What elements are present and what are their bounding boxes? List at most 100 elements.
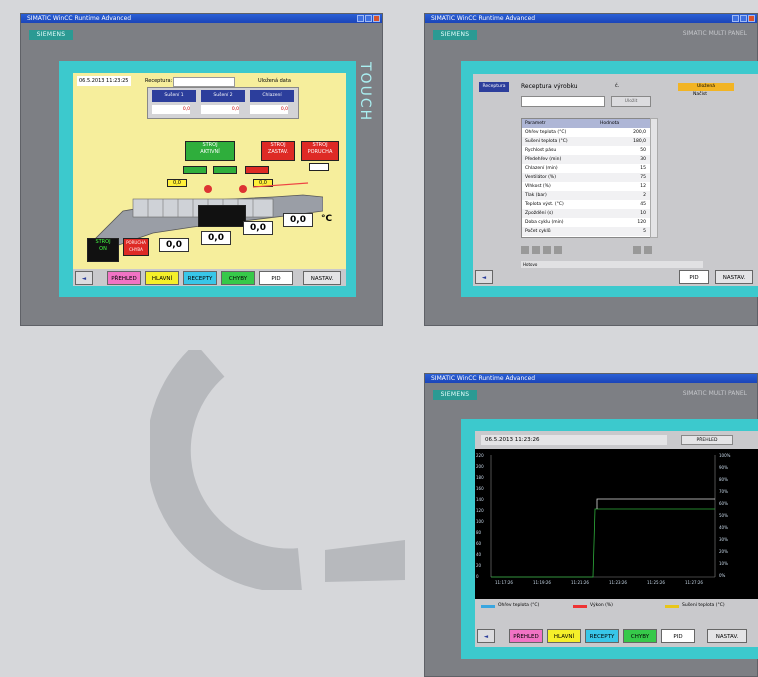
nav-pid[interactable]: PID — [259, 271, 293, 285]
machine-active-box[interactable]: STROJ AKTIVNÍ — [185, 141, 235, 161]
row-param: Předehřev (min) — [525, 157, 562, 162]
tab-cooling[interactable]: Chlazení — [250, 90, 294, 102]
machine-stopped-box[interactable]: STROJ ZASTAV. — [261, 141, 295, 161]
table-row[interactable]: Ventilátor (%) 75 — [522, 173, 650, 182]
hmi-panel-overview: SIMATIC WinCC Runtime Advanced SIEMENS T… — [20, 13, 383, 326]
scroll-track[interactable] — [650, 118, 658, 238]
nav-settings[interactable]: NASTAV. — [715, 270, 753, 284]
trend-datetime: 06.5.2013 11:23:26 — [481, 435, 667, 445]
save-icon[interactable] — [543, 246, 551, 254]
prev-icon[interactable] — [532, 246, 540, 254]
legend-label: Výkon (%) — [590, 603, 613, 608]
nav-overview[interactable]: PŘEHLED — [107, 271, 141, 285]
nav-main[interactable]: HLAVNÍ — [547, 629, 581, 643]
x-tick: 11:27:26 — [685, 580, 703, 585]
table-row[interactable]: Tlak (bar) 2 — [522, 191, 650, 200]
row-value: 15 — [640, 166, 646, 171]
page-prev-icon[interactable] — [633, 246, 641, 254]
status-text: Uložená data — [258, 78, 291, 84]
recipe-field[interactable] — [173, 77, 235, 87]
close-button[interactable] — [373, 15, 380, 22]
recipe-name-input[interactable] — [521, 96, 605, 107]
back-button[interactable]: ◄ — [477, 629, 495, 643]
recipe-no-label: č. — [615, 83, 620, 89]
table-row[interactable]: Chlazení (min) 15 — [522, 164, 650, 173]
maximize-button[interactable] — [365, 15, 372, 22]
x-tick: 11:19:26 — [533, 580, 551, 585]
tab-group: Sušení 1 Sušení 2 Chlazení 0,0 0,0 0,0 — [147, 87, 299, 119]
minimize-button[interactable] — [732, 15, 739, 22]
nav-pid[interactable]: PID — [679, 270, 709, 284]
tab-drying-2[interactable]: Sušení 2 — [201, 90, 245, 102]
table-row[interactable]: Sušení teplota (°C) 180,0 — [522, 137, 650, 146]
trend-chart: 220 200 180 160 140 120 100 80 60 40 20 0 100% 90% 80… — [475, 449, 758, 599]
header-value: Hodnota — [600, 121, 620, 126]
y-tick-left: 140 — [476, 497, 484, 502]
table-row[interactable]: Předehřev (min) 30 — [522, 155, 650, 164]
saved-badge[interactable]: Uložená — [678, 83, 734, 91]
nav-pid[interactable]: PID — [661, 629, 695, 643]
datetime: 06.5.2013 11:23:25 — [77, 76, 131, 86]
table-row[interactable]: Teplota výst. (°C) 45 — [522, 200, 650, 209]
trend-plot — [490, 455, 716, 578]
table-row[interactable]: Zpoždění (s) 10 — [522, 209, 650, 218]
y-tick-right: 10% — [719, 561, 728, 566]
tab-value-2: 0,0 — [201, 105, 239, 114]
y-tick-right: 100% — [719, 453, 731, 458]
trend-overview-button[interactable]: PŘEHLED — [681, 435, 733, 445]
nav-overview[interactable]: PŘEHLED — [509, 629, 543, 643]
trend-line-green — [491, 508, 715, 578]
window-titlebar: SIMATIC WinCC Runtime Advanced — [425, 374, 757, 383]
row-param: Zpoždění (s) — [525, 211, 554, 216]
table-row[interactable]: Rychlost pásu 50 — [522, 146, 650, 155]
nav-recipes[interactable]: RECEPTY — [585, 629, 619, 643]
x-tick: 11:25:26 — [647, 580, 665, 585]
machine-fault-box[interactable]: STROJ PORUCHA — [301, 141, 339, 161]
row-param: Sušení teplota (°C) — [525, 139, 568, 144]
recipe-no-input[interactable]: Uložit — [611, 96, 651, 107]
legend-swatch — [573, 605, 587, 608]
tab-drying-1[interactable]: Sušení 1 — [152, 90, 196, 102]
nav-bar: ◄ PŘEHLED HLAVNÍ RECEPTY CHYBY PID NASTA… — [475, 627, 758, 644]
minimize-button[interactable] — [357, 15, 364, 22]
y-tick-right: 50% — [719, 513, 728, 518]
table-row[interactable]: Počet cyklů 5 — [522, 227, 650, 236]
back-button[interactable]: ◄ — [475, 270, 493, 284]
nav-settings[interactable]: NASTAV. — [303, 271, 341, 285]
recipe-side-tab[interactable]: Receptura — [479, 82, 509, 92]
touch-label: TOUCH — [357, 62, 373, 123]
row-value: 30 — [640, 157, 646, 162]
siemens-logo: SIEMENS — [433, 30, 477, 40]
y-tick-right: 60% — [719, 501, 728, 506]
status-bar: Hotovo — [521, 261, 703, 268]
nav-errors[interactable]: CHYBY — [623, 629, 657, 643]
model-label: SIMATIC MULTI PANEL — [682, 30, 747, 37]
nav-recipes[interactable]: RECEPTY — [183, 271, 217, 285]
first-icon[interactable] — [521, 246, 529, 254]
y-tick-right: 30% — [719, 537, 728, 542]
nav-settings[interactable]: NASTAV. — [707, 629, 747, 643]
nav-errors[interactable]: CHYBY — [221, 271, 255, 285]
table-row[interactable]: Ohřev teplota (°C) 200,0 — [522, 128, 650, 137]
tab-value-1: 0,0 — [152, 105, 190, 114]
table-row[interactable]: Vlhkost (%) 12 — [522, 182, 650, 191]
row-value: 120 — [637, 220, 646, 225]
close-button[interactable] — [748, 15, 755, 22]
nav-main[interactable]: HLAVNÍ — [145, 271, 179, 285]
back-button[interactable]: ◄ — [75, 271, 93, 285]
row-param: Teplota výst. (°C) — [525, 202, 564, 207]
row-param: Rychlost pásu — [525, 148, 557, 153]
y-tick-right: 0% — [719, 573, 726, 578]
trend-line-white — [596, 498, 715, 509]
temp-value-2: 0,0 — [201, 231, 231, 245]
y-tick-left: 200 — [476, 464, 484, 469]
y-tick-left: 20 — [476, 563, 482, 568]
page-next-icon[interactable] — [644, 246, 652, 254]
maximize-button[interactable] — [740, 15, 747, 22]
y-tick-left: 120 — [476, 508, 484, 513]
table-row[interactable]: Doba cyklu (min) 120 — [522, 218, 650, 227]
row-value: 10 — [640, 211, 646, 216]
delete-icon[interactable] — [554, 246, 562, 254]
hmi-panel-recipes: SIMATIC WinCC Runtime Advanced SIEMENS S… — [424, 13, 758, 326]
y-tick-right: 70% — [719, 489, 728, 494]
